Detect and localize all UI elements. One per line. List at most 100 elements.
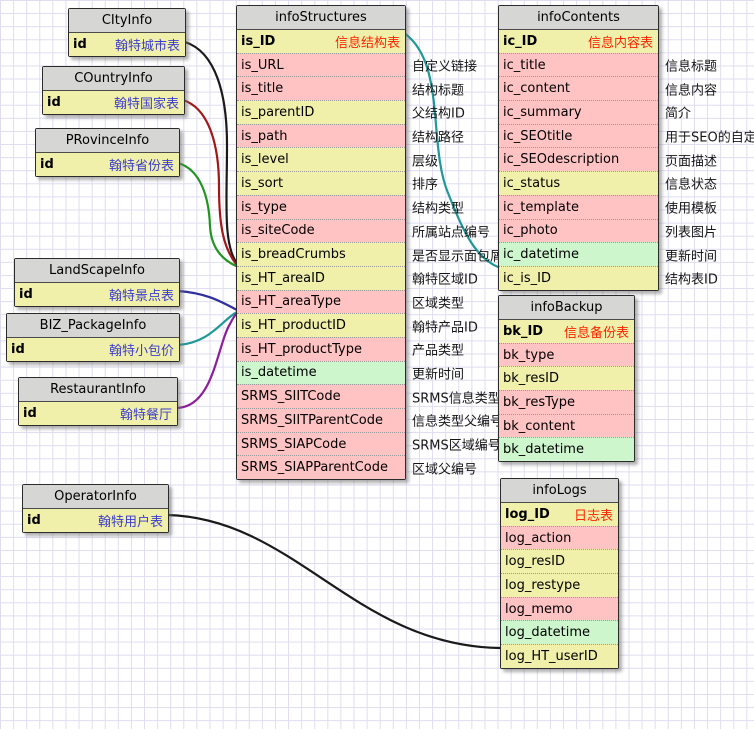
table-infostructures[interactable]: infoStructuresis_ID信息结构表is_URL自定义链接is_ti… — [236, 5, 406, 480]
field-row-bk_resid[interactable]: bk_resID — [499, 366, 634, 390]
table-biz_packageinfo[interactable]: BIZ_PackageInfoid翰特小包价 — [6, 313, 180, 362]
table-comment: 翰特城市表 — [107, 35, 180, 54]
field-row-log_restype[interactable]: log_restype — [501, 573, 618, 597]
field-row-ic_id[interactable]: ic_ID信息内容表 — [499, 30, 658, 53]
field-name: bk_resType — [503, 395, 575, 410]
field-row-is_type[interactable]: is_type结构类型 — [237, 195, 405, 219]
field-row-log_datetime[interactable]: log_datetime — [501, 620, 618, 644]
field-row-srms_siitparentcode[interactable]: SRMS_SIITParentCode信息类型父编号 — [237, 408, 405, 432]
field-row-log_resid[interactable]: log_resID — [501, 549, 618, 573]
field-row-log_ht_userid[interactable]: log_HT_userID — [501, 644, 618, 668]
field-row-ic_photo[interactable]: ic_photo列表图片 — [499, 219, 658, 243]
field-row-id[interactable]: id翰特景点表 — [15, 283, 179, 306]
field-annotation: 使用模板 — [665, 198, 717, 217]
field-name: id — [73, 37, 87, 52]
table-title[interactable]: infoContents — [499, 6, 658, 30]
field-name: is_path — [241, 129, 287, 144]
field-row-bk_content[interactable]: bk_content — [499, 414, 634, 438]
field-name: id — [47, 95, 61, 110]
table-title[interactable]: OperatorInfo — [23, 485, 168, 509]
table-title[interactable]: infoStructures — [237, 6, 405, 30]
table-provinceinfo[interactable]: PRovinceInfoid翰特省份表 — [35, 128, 180, 177]
field-row-srms_siitcode[interactable]: SRMS_SIITCodeSRMS信息类型编号 — [237, 384, 405, 408]
field-name: bk_type — [503, 348, 554, 363]
field-row-id[interactable]: id翰特用户表 — [23, 509, 168, 532]
table-infobackup[interactable]: infoBackupbk_ID信息备份表 bk_type bk_resID bk_re… — [498, 295, 635, 462]
field-row-is_title[interactable]: is_title结构标题 — [237, 76, 405, 100]
field-row-bk_restype[interactable]: bk_resType — [499, 390, 634, 414]
field-row-bk_type[interactable]: bk_type — [499, 343, 634, 367]
field-row-ic_template[interactable]: ic_template使用模板 — [499, 195, 658, 219]
field-name: is_parentID — [241, 105, 314, 120]
table-title[interactable]: RestaurantInfo — [19, 378, 177, 402]
table-operatorinfo[interactable]: OperatorInfoid翰特用户表 — [22, 484, 169, 533]
field-row-ic_datetime[interactable]: ic_datetime更新时间 — [499, 242, 658, 266]
field-name: is_HT_productType — [241, 342, 362, 357]
field-row-srms_siapparentcode[interactable]: SRMS_SIAPParentCode区域父编号 — [237, 455, 405, 479]
field-name: is_breadCrumbs — [241, 247, 346, 262]
table-comment: 日志表 — [566, 505, 613, 524]
table-title[interactable]: PRovinceInfo — [36, 129, 179, 153]
field-row-is_id[interactable]: is_ID信息结构表 — [237, 30, 405, 53]
field-row-is_breadcrumbs[interactable]: is_breadCrumbs是否显示面包屑 — [237, 242, 405, 266]
field-row-is_ht_productid[interactable]: is_HT_productID翰特产品ID — [237, 313, 405, 337]
field-row-is_parentid[interactable]: is_parentID父结构ID — [237, 100, 405, 124]
field-name: id — [27, 513, 41, 528]
table-title[interactable]: CItyInfo — [69, 9, 185, 33]
field-row-is_sitecode[interactable]: is_siteCode所属站点编号 — [237, 219, 405, 243]
field-annotation: 信息状态 — [665, 174, 717, 193]
field-row-is_datetime[interactable]: is_datetime更新时间 — [237, 361, 405, 385]
table-title[interactable]: LandScapeInfo — [15, 259, 179, 283]
field-row-id[interactable]: id翰特小包价 — [7, 338, 179, 361]
field-row-is_path[interactable]: is_path结构路径 — [237, 124, 405, 148]
field-row-is_url[interactable]: is_URL自定义链接 — [237, 53, 405, 77]
table-infologs[interactable]: infoLogslog_ID日志表log_actionlog_resIDlog_… — [500, 478, 619, 669]
field-annotation: 层级 — [412, 150, 438, 169]
table-title[interactable]: BIZ_PackageInfo — [7, 314, 179, 338]
field-row-id[interactable]: id 翰特国家表 — [43, 91, 184, 114]
field-row-id[interactable]: id翰特餐厅 — [19, 402, 177, 425]
field-row-is_ht_areatype[interactable]: is_HT_areaType区域类型 — [237, 290, 405, 314]
field-row-bk_datetime[interactable]: bk_datetime — [499, 437, 634, 461]
field-annotation: SRMS区域编号 — [412, 435, 501, 454]
diagram-canvas[interactable]: CItyInfo id 翰特城市表 COuntryInfo id 翰特国家表 PRovinc… — [0, 0, 754, 729]
field-row-log_action[interactable]: log_action — [501, 526, 618, 550]
table-comment: 信息结构表 — [327, 32, 400, 51]
field-row-is_ht_areaid[interactable]: is_HT_areaID翰特区域ID — [237, 266, 405, 290]
table-landscapeinfo[interactable]: LandScapeInfoid翰特景点表 — [14, 258, 180, 307]
table-title[interactable]: infoLogs — [501, 479, 618, 503]
table-title[interactable]: infoBackup — [499, 296, 634, 320]
field-row-ic_seotitle[interactable]: ic_SEOtitle用于SEO的自定义标题 — [499, 124, 658, 148]
field-row-ic_is_id[interactable]: ic_is_ID结构表ID — [499, 266, 658, 290]
field-row-is_sort[interactable]: is_sort排序 — [237, 171, 405, 195]
field-name: bk_datetime — [503, 442, 584, 457]
field-row-srms_siapcode[interactable]: SRMS_SIAPCodeSRMS区域编号 — [237, 432, 405, 456]
field-row-ic_title[interactable]: ic_title信息标题 — [499, 53, 658, 77]
field-row-ic_summary[interactable]: ic_summary简介 — [499, 100, 658, 124]
field-name: is_HT_productID — [241, 318, 346, 333]
table-infocontents[interactable]: infoContentsic_ID信息内容表ic_title信息标题ic_con… — [498, 5, 659, 291]
table-title[interactable]: COuntryInfo — [43, 67, 184, 91]
field-row-is_level[interactable]: is_level层级 — [237, 147, 405, 171]
field-name: SRMS_SIITParentCode — [241, 413, 383, 428]
table-restaurantinfo[interactable]: RestaurantInfoid翰特餐厅 — [18, 377, 178, 426]
field-row-id[interactable]: id翰特省份表 — [36, 153, 179, 176]
field-row-log_id[interactable]: log_ID日志表 — [501, 503, 618, 526]
table-countryinfo[interactable]: COuntryInfo id 翰特国家表 — [42, 66, 185, 115]
edge-landscapeinfo-infostructures[interactable] — [178, 291, 237, 310]
field-name: id — [40, 157, 54, 172]
field-row-bk_id[interactable]: bk_ID信息备份表 — [499, 320, 634, 343]
table-comment: 翰特国家表 — [106, 93, 179, 112]
edge-operatorinfo-infologs[interactable] — [167, 515, 500, 648]
field-row-log_memo[interactable]: log_memo — [501, 597, 618, 621]
field-row-ic_seodescription[interactable]: ic_SEOdescription页面描述 — [499, 147, 658, 171]
field-row-id[interactable]: id 翰特城市表 — [69, 33, 185, 56]
field-row-ic_status[interactable]: ic_status信息状态 — [499, 171, 658, 195]
field-annotation: 结构表ID — [665, 269, 718, 288]
field-annotation: 结构标题 — [412, 79, 464, 98]
table-cityinfo[interactable]: CItyInfo id 翰特城市表 — [68, 8, 186, 57]
field-name: is_URL — [241, 58, 284, 73]
field-row-is_ht_producttype[interactable]: is_HT_productType产品类型 — [237, 337, 405, 361]
edge-restaurantinfo-infostructures[interactable] — [177, 313, 237, 408]
field-row-ic_content[interactable]: ic_content信息内容 — [499, 76, 658, 100]
